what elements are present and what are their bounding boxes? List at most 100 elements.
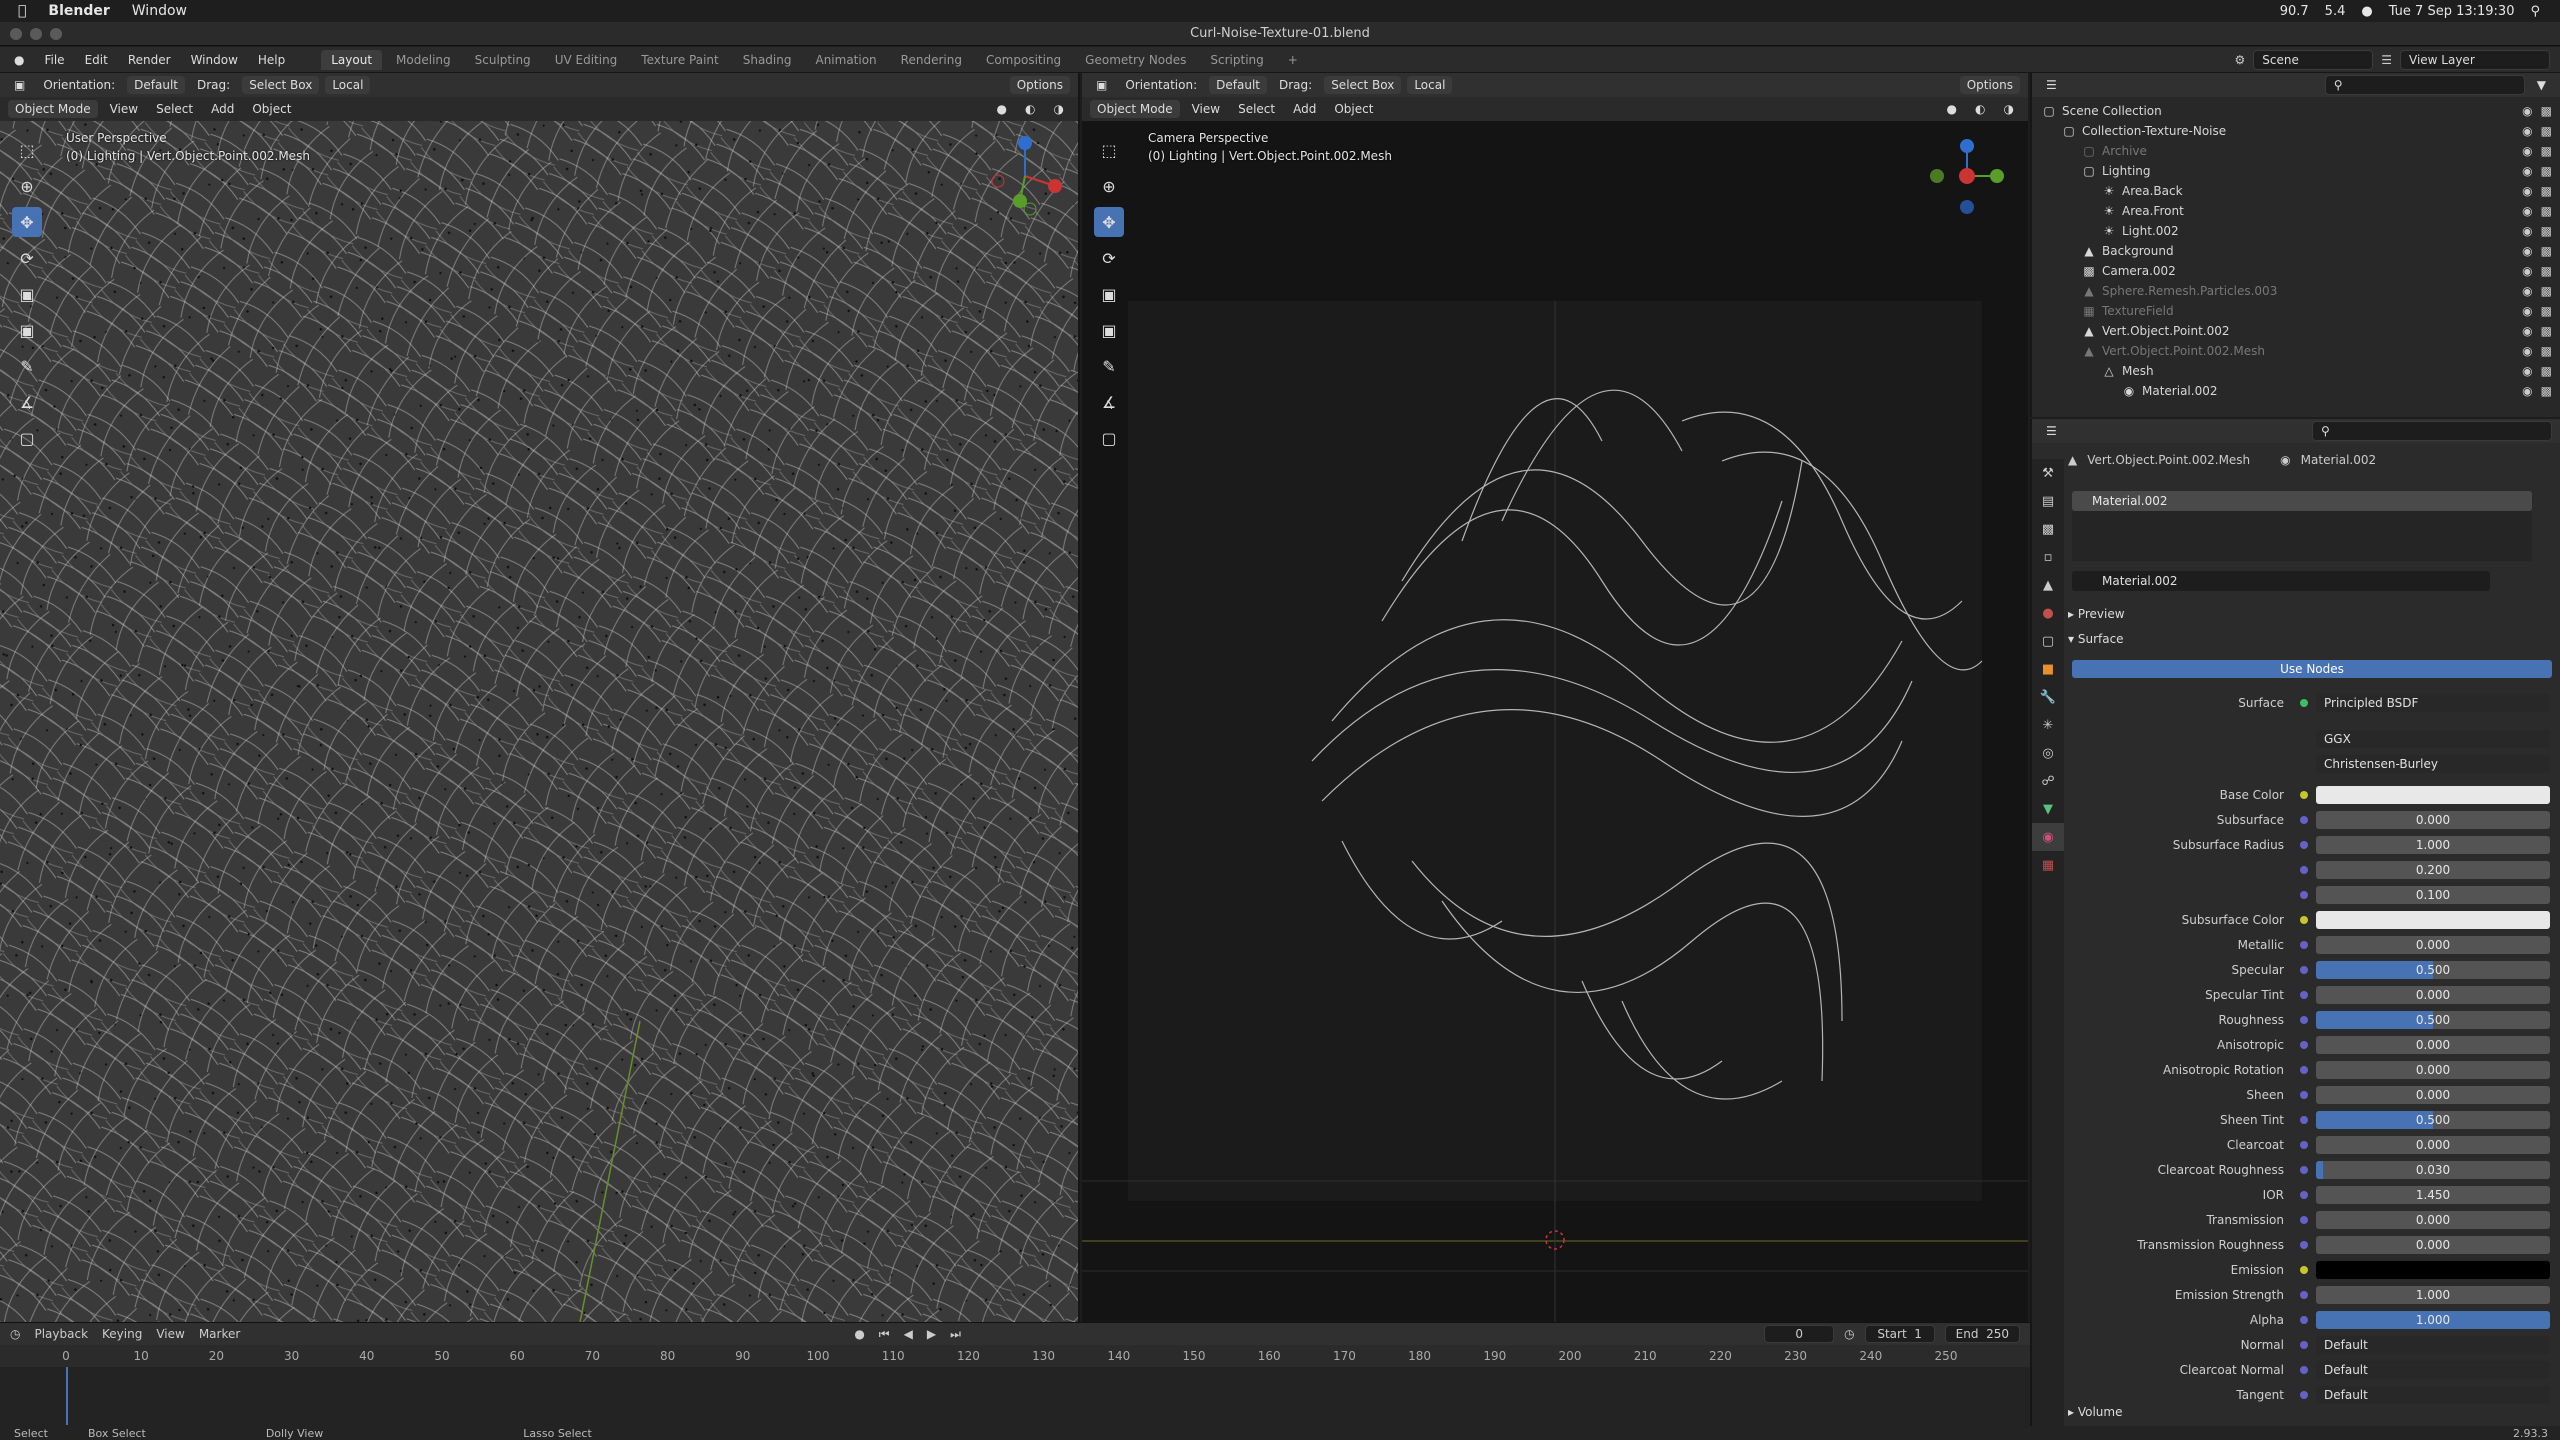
scale-tool-icon[interactable]: ▣: [12, 279, 42, 309]
close-window-button[interactable]: [10, 28, 22, 40]
menu-help[interactable]: Help: [250, 50, 293, 70]
material-tab-icon[interactable]: ◉: [2032, 823, 2064, 851]
socket-icon[interactable]: [2300, 1116, 2308, 1124]
options-dropdown[interactable]: Options: [1009, 76, 1070, 94]
outliner-row[interactable]: ▢ Archive ◉ ▩: [2032, 141, 2560, 161]
playhead[interactable]: [66, 1367, 68, 1425]
tab-compositing[interactable]: Compositing: [976, 50, 1071, 70]
socket-icon[interactable]: [2300, 1366, 2308, 1374]
editor-type-icon[interactable]: ▣: [8, 76, 31, 94]
render-camera-icon[interactable]: ▩: [2541, 364, 2552, 378]
object-mode-dropdown[interactable]: Object Mode: [8, 100, 98, 118]
properties-search-input[interactable]: ⚲: [2312, 421, 2552, 441]
editor-type-icon[interactable]: ▣: [1090, 76, 1113, 94]
socket-icon[interactable]: [2300, 1291, 2308, 1299]
move-tool-icon[interactable]: ✥: [1094, 207, 1124, 237]
object-menu[interactable]: Object: [1328, 100, 1379, 118]
color-swatch[interactable]: [2316, 911, 2550, 929]
socket-icon[interactable]: [2300, 816, 2308, 824]
data-tab-icon[interactable]: ▼: [2032, 795, 2064, 823]
visibility-eye-icon[interactable]: ◉: [2522, 164, 2532, 178]
render-tab-icon[interactable]: ▤: [2032, 487, 2064, 515]
apple-icon[interactable]: : [18, 3, 26, 19]
visibility-eye-icon[interactable]: ◉: [2522, 184, 2532, 198]
socket-icon[interactable]: [2300, 1041, 2308, 1049]
shading-solid-icon[interactable]: ●: [1941, 100, 1963, 118]
socket-icon[interactable]: [2300, 991, 2308, 999]
window-menu[interactable]: Window: [132, 3, 187, 19]
surface-section[interactable]: ▾ Surface: [2068, 632, 2124, 646]
visibility-eye-icon[interactable]: ◉: [2522, 284, 2532, 298]
param-slider[interactable]: 0.500: [2316, 1011, 2550, 1029]
outliner-row[interactable]: △ Mesh ◉ ▩: [2032, 361, 2560, 381]
tab-uv-editing[interactable]: UV Editing: [545, 50, 628, 70]
visibility-eye-icon[interactable]: ◉: [2522, 104, 2532, 118]
play-icon[interactable]: ▶: [927, 1327, 936, 1341]
visibility-eye-icon[interactable]: ◉: [2522, 364, 2532, 378]
render-camera-icon[interactable]: ▩: [2541, 284, 2552, 298]
right-viewport-canvas[interactable]: Camera Perspective (0) Lighting | Vert.O…: [1082, 121, 2028, 1322]
param-slider[interactable]: 0.200: [2316, 861, 2550, 879]
visibility-eye-icon[interactable]: ◉: [2522, 304, 2532, 318]
param-dropdown[interactable]: Default: [2316, 1361, 2550, 1379]
playback-menu[interactable]: Playback: [34, 1327, 88, 1341]
visibility-eye-icon[interactable]: ◉: [2522, 264, 2532, 278]
editor-type-icon[interactable]: ◷: [10, 1327, 20, 1341]
outliner-row[interactable]: ▲ Sphere.Remesh.Particles.003 ◉ ▩: [2032, 281, 2560, 301]
visibility-eye-icon[interactable]: ◉: [2522, 124, 2532, 138]
shading-material-icon[interactable]: ◐: [1969, 100, 1991, 118]
annotate-tool-icon[interactable]: ✎: [1094, 351, 1124, 381]
visibility-eye-icon[interactable]: ◉: [2522, 244, 2532, 258]
transform-pivot-dropdown[interactable]: Local: [325, 76, 371, 94]
tab-scripting[interactable]: Scripting: [1200, 50, 1273, 70]
socket-icon[interactable]: [2300, 1341, 2308, 1349]
param-slider[interactable]: 0.000: [2316, 1036, 2550, 1054]
transform-tool-icon[interactable]: ▣: [1094, 315, 1124, 345]
socket-icon[interactable]: [2300, 866, 2308, 874]
material-slot-list[interactable]: [2072, 511, 2532, 561]
socket-icon[interactable]: [2300, 841, 2308, 849]
editor-type-icon[interactable]: ☰: [2040, 422, 2063, 440]
volume-section[interactable]: ▸ Volume: [2068, 1405, 2122, 1419]
socket-icon[interactable]: [2300, 1191, 2308, 1199]
render-camera-icon[interactable]: ▩: [2541, 164, 2552, 178]
view-menu[interactable]: View: [104, 100, 144, 118]
tab-geometry-nodes[interactable]: Geometry Nodes: [1075, 50, 1196, 70]
shading-material-icon[interactable]: ◐: [1019, 100, 1041, 118]
marker-menu[interactable]: Marker: [199, 1327, 240, 1341]
rotate-tool-icon[interactable]: ⟳: [12, 243, 42, 273]
tab-shading[interactable]: Shading: [733, 50, 802, 70]
outliner-search-input[interactable]: ⚲: [2324, 75, 2525, 95]
render-camera-icon[interactable]: ▩: [2541, 324, 2552, 338]
outliner-row[interactable]: ▩ Camera.002 ◉ ▩: [2032, 261, 2560, 281]
object-mode-dropdown[interactable]: Object Mode: [1090, 100, 1180, 118]
play-reverse-icon[interactable]: ◀: [904, 1327, 913, 1341]
material-name-field[interactable]: Material.002: [2072, 571, 2490, 591]
wifi-icon[interactable]: ●: [2361, 4, 2372, 19]
socket-icon[interactable]: [2300, 1241, 2308, 1249]
texture-tab-icon[interactable]: ▦: [2032, 851, 2064, 879]
param-slider[interactable]: 0.000: [2316, 1061, 2550, 1079]
view-layer-field[interactable]: View Layer: [2400, 49, 2550, 70]
cursor-tool-icon[interactable]: ⊕: [12, 171, 42, 201]
transform-pivot-dropdown[interactable]: Local: [1407, 76, 1453, 94]
view-layer-icon[interactable]: ☰: [2381, 53, 2392, 67]
socket-icon[interactable]: [2300, 941, 2308, 949]
visibility-eye-icon[interactable]: ◉: [2522, 344, 2532, 358]
particles-tab-icon[interactable]: ✳: [2032, 711, 2064, 739]
render-camera-icon[interactable]: ▩: [2541, 124, 2552, 138]
distribution-dropdown[interactable]: GGX: [2316, 730, 2550, 748]
constraints-tab-icon[interactable]: ☍: [2032, 767, 2064, 795]
physics-tab-icon[interactable]: ◎: [2032, 739, 2064, 767]
param-slider[interactable]: 0.000: [2316, 1086, 2550, 1104]
scene-field[interactable]: Scene: [2253, 49, 2374, 70]
add-menu[interactable]: Add: [1287, 100, 1322, 118]
modifier-tab-icon[interactable]: 🔧: [2032, 683, 2064, 711]
cursor-tool-icon[interactable]: ⊕: [1094, 171, 1124, 201]
surface-shader-dropdown[interactable]: Principled BSDF: [2316, 694, 2550, 712]
options-dropdown[interactable]: Options: [1959, 76, 2020, 94]
param-slider[interactable]: 0.000: [2316, 1211, 2550, 1229]
tab-modeling[interactable]: Modeling: [386, 50, 461, 70]
param-slider[interactable]: 1.000: [2316, 1311, 2550, 1329]
color-swatch[interactable]: [2316, 786, 2550, 804]
